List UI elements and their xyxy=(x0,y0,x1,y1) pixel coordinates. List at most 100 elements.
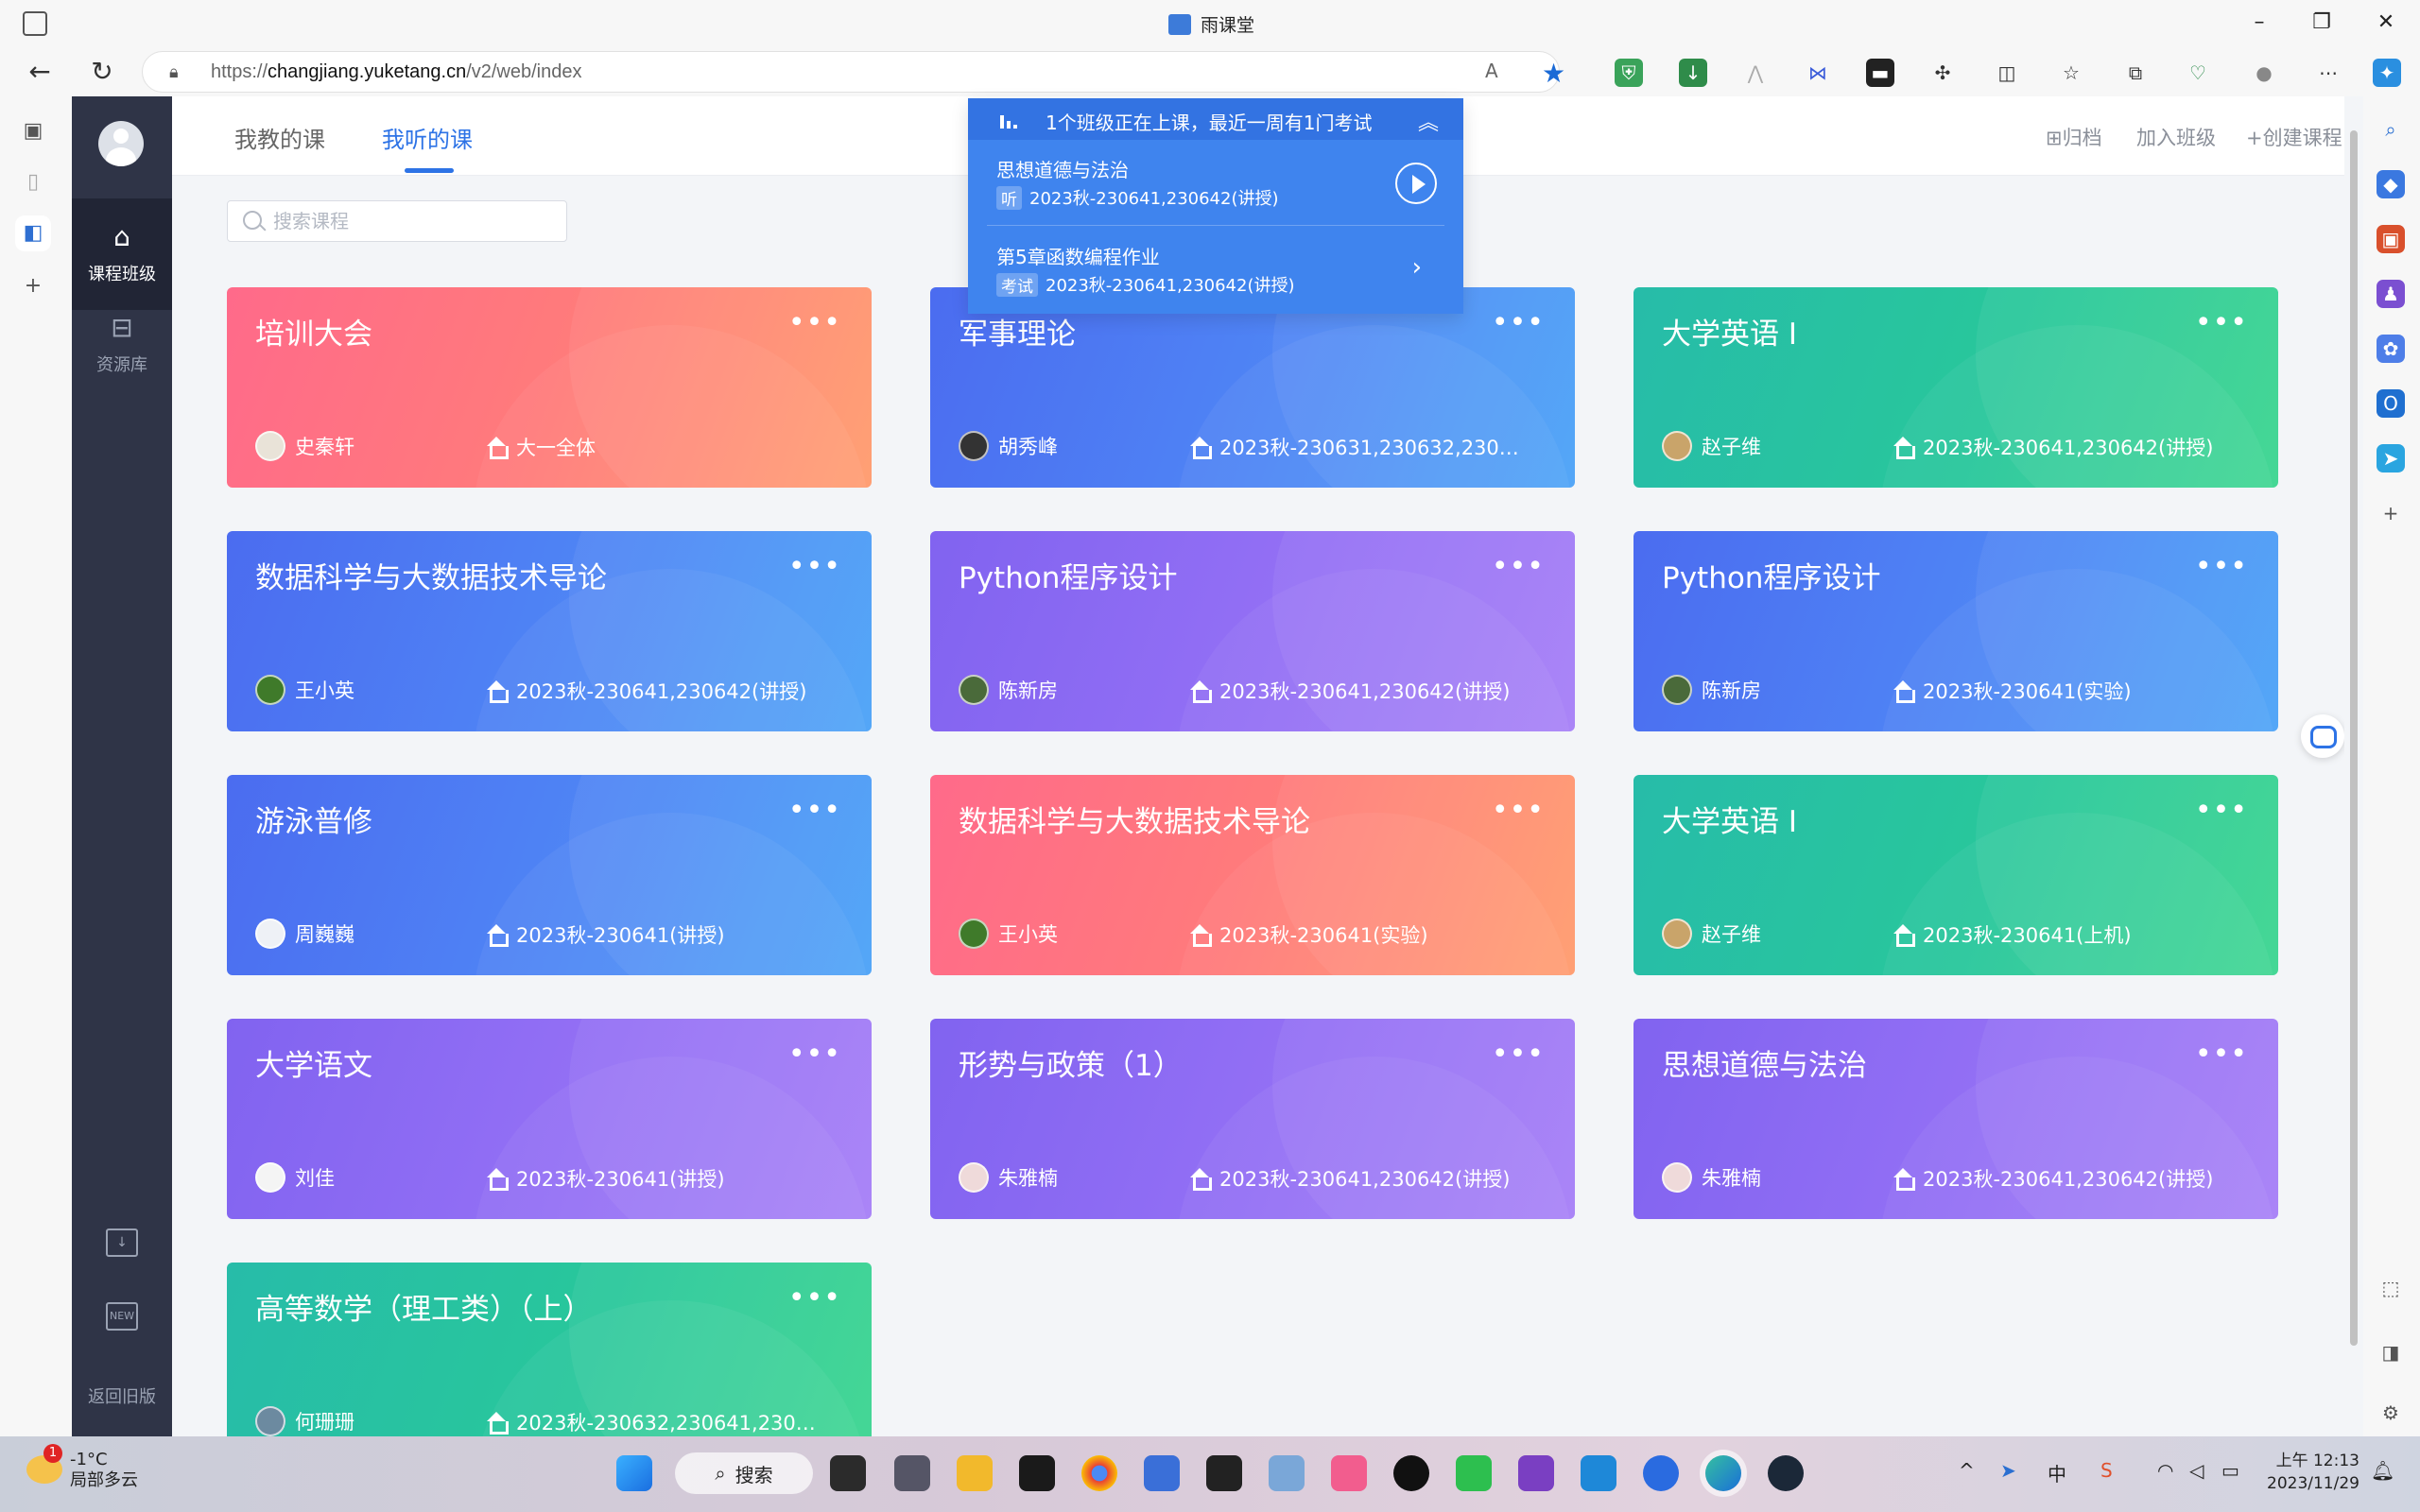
new-tab-icon[interactable]: + xyxy=(19,272,47,301)
tab-blank-page-icon[interactable]: ▯ xyxy=(19,168,47,197)
more-options-icon[interactable]: ••• xyxy=(1492,550,1545,583)
sidebar-search-icon[interactable]: ⌕ xyxy=(2377,115,2405,144)
sidebar-m365-icon[interactable]: ✿ xyxy=(2377,335,2405,363)
avatar[interactable] xyxy=(98,121,144,166)
url-text[interactable]: https://changjiang.yuketang.cn/v2/web/in… xyxy=(211,61,581,83)
sidebar-hide-icon[interactable]: ◨ xyxy=(2377,1338,2405,1366)
workspaces-icon[interactable] xyxy=(23,11,47,36)
extension-shield-icon[interactable]: ⛨ xyxy=(1615,59,1643,87)
sidebar-games-icon[interactable]: ♟ xyxy=(2377,280,2405,308)
course-card[interactable]: 形势与政策（1） ••• 朱雅楠 2023秋-230641,230642(讲授) xyxy=(930,1019,1575,1219)
ime-indicator[interactable]: 中 xyxy=(2048,1459,2066,1486)
course-card[interactable]: 大学英语 I ••• 赵子维 2023秋-230641,230642(讲授) xyxy=(1634,287,2278,488)
profile-icon[interactable]: ● xyxy=(2250,59,2278,87)
course-card[interactable]: 游泳普修 ••• 周巍巍 2023秋-230641(讲授) xyxy=(227,775,872,975)
favorites-icon[interactable]: ☆ xyxy=(2057,59,2085,87)
read-aloud-icon[interactable]: A xyxy=(1485,60,1498,82)
sidebar-screenshot-icon[interactable]: ⬚ xyxy=(2377,1274,2405,1302)
edge-icon[interactable] xyxy=(1705,1455,1741,1491)
archive-button[interactable]: ⊞归档 xyxy=(2046,123,2102,151)
battery-icon[interactable]: ▭ xyxy=(2221,1459,2239,1482)
assistant-robot-icon[interactable] xyxy=(2301,714,2344,758)
back-button[interactable]: ← xyxy=(21,55,59,89)
download-icon[interactable]: ↓ xyxy=(72,1228,172,1257)
settings-more-icon[interactable]: ⋯ xyxy=(2314,59,2342,87)
browser-essentials-icon[interactable]: ♡ xyxy=(2184,59,2212,87)
terminal-icon[interactable] xyxy=(1206,1455,1242,1491)
course-card[interactable]: Python程序设计 ••• 陈新房 2023秋-230641(实验) xyxy=(1634,531,2278,731)
more-options-icon[interactable]: ••• xyxy=(1492,306,1545,339)
taskbar-search-button[interactable]: ⌕ 搜索 xyxy=(675,1452,813,1494)
sidebar-item-courses[interactable]: ⌂ 课程班级 xyxy=(72,198,172,310)
minimize-button[interactable]: – xyxy=(2240,8,2278,38)
sidebar-drop-icon[interactable]: ➤ xyxy=(2377,444,2405,472)
play-icon[interactable] xyxy=(1395,163,1437,204)
course-card[interactable]: Python程序设计 ••• 陈新房 2023秋-230641,230642(讲… xyxy=(930,531,1575,731)
more-options-icon[interactable]: ••• xyxy=(1492,1038,1545,1071)
close-window-button[interactable]: ✕ xyxy=(2367,8,2405,38)
vscode-icon[interactable] xyxy=(1581,1455,1616,1491)
chevron-right-icon[interactable]: › xyxy=(1412,253,1422,282)
course-card[interactable]: 培训大会 ••• 史秦轩 大一全体 xyxy=(227,287,872,488)
new-feature-icon[interactable]: NEW xyxy=(72,1302,172,1331)
live-item-exam[interactable]: 第5章函数编程作业 考试 2023秋-230641,230642(讲授) › xyxy=(968,227,1463,312)
collections-icon[interactable]: ⧉ xyxy=(2121,59,2150,87)
steam-icon[interactable] xyxy=(1768,1455,1804,1491)
split-screen-icon[interactable]: ◫ xyxy=(1993,59,2021,87)
tab-teaching[interactable]: 我教的课 xyxy=(234,121,325,154)
wifi-icon[interactable]: ◠ xyxy=(2157,1459,2173,1482)
sidebar-add-icon[interactable]: + xyxy=(2377,499,2405,527)
extension-dark-icon[interactable]: ▬ xyxy=(1866,59,1894,87)
microsoft-store-icon[interactable] xyxy=(1144,1455,1180,1491)
refresh-button[interactable]: ↻ xyxy=(83,55,121,89)
course-card[interactable]: 思想道德与法治 ••• 朱雅楠 2023秋-230641,230642(讲授) xyxy=(1634,1019,2278,1219)
favorite-star-icon[interactable]: ★ xyxy=(1542,58,1565,89)
collapse-chevron-icon[interactable]: ︽ xyxy=(1418,106,1439,136)
tab-attending[interactable]: 我听的课 xyxy=(382,121,473,154)
more-options-icon[interactable]: ••• xyxy=(788,794,841,827)
more-options-icon[interactable]: ••• xyxy=(2195,794,2248,827)
sidebar-outlook-icon[interactable]: O xyxy=(2377,389,2405,418)
file-explorer-icon[interactable] xyxy=(957,1455,993,1491)
sidebar-tools-icon[interactable]: ▣ xyxy=(2377,225,2405,253)
chrome-icon[interactable] xyxy=(1081,1455,1117,1491)
scrollbar-thumb[interactable] xyxy=(2350,130,2358,1346)
page-scrollbar[interactable] xyxy=(2344,96,2363,1436)
lock-icon[interactable]: 🔒︎ xyxy=(169,62,188,83)
live-item-class[interactable]: 思想道德与法治 听 2023秋-230641,230642(讲授) xyxy=(968,140,1463,225)
taskbar-clock[interactable]: 上午 12:13 2023/11/29 xyxy=(2267,1450,2360,1495)
course-card[interactable]: 数据科学与大数据技术导论 ••• 王小英 2023秋-230641(实验) xyxy=(930,775,1575,975)
more-options-icon[interactable]: ••• xyxy=(788,550,841,583)
more-options-icon[interactable]: ••• xyxy=(2195,306,2248,339)
visual-studio-icon[interactable] xyxy=(1518,1455,1554,1491)
start-windows-icon[interactable] xyxy=(616,1455,652,1491)
address-bar[interactable]: 🔒︎ https://changjiang.yuketang.cn/v2/web… xyxy=(142,51,1565,93)
back-to-old-version-link[interactable]: 返回旧版 xyxy=(72,1383,172,1408)
more-options-icon[interactable]: ••• xyxy=(788,306,841,339)
extensions-puzzle-icon[interactable]: ✣ xyxy=(1928,59,1957,87)
extension-download-icon[interactable]: ↓ xyxy=(1679,59,1707,87)
sidebar-shopping-icon[interactable]: ◆ xyxy=(2377,170,2405,198)
create-course-button[interactable]: +创建课程 xyxy=(2246,123,2342,151)
extension-a-icon[interactable]: ⋀ xyxy=(1741,59,1770,87)
tab-actions-icon[interactable]: ▣ xyxy=(19,117,47,146)
maximize-button[interactable]: ❐ xyxy=(2303,8,2341,38)
course-card[interactable]: 大学语文 ••• 刘佳 2023秋-230641(讲授) xyxy=(227,1019,872,1219)
live-popup-header[interactable]: 1个班级正在上课，最近一周有1门考试 ︽ xyxy=(968,98,1463,140)
sidebar-item-resources[interactable]: ⊟ 资源库 xyxy=(72,310,172,421)
search-input[interactable] xyxy=(273,207,557,235)
k-app-icon[interactable] xyxy=(1643,1455,1679,1491)
volume-icon[interactable]: ◁ xyxy=(2189,1459,2204,1482)
more-options-icon[interactable]: ••• xyxy=(2195,1038,2248,1071)
tray-sogou-icon[interactable]: S xyxy=(2100,1459,2113,1482)
tray-overflow-icon[interactable]: ^ xyxy=(1959,1459,1975,1482)
join-class-button[interactable]: 加入班级 xyxy=(2136,123,2216,151)
sidebar-settings-icon[interactable]: ⚙ xyxy=(2377,1399,2405,1427)
tab-yuketang-icon[interactable]: ◧ xyxy=(19,219,47,248)
course-card[interactable]: 高等数学（理工类）（上） ••• 何珊珊 2023秋-230632,230641… xyxy=(227,1263,872,1436)
gear-tool-icon[interactable] xyxy=(1269,1455,1305,1491)
game-app-icon[interactable] xyxy=(1019,1455,1055,1491)
more-options-icon[interactable]: ••• xyxy=(788,1038,841,1071)
notification-bell-icon[interactable]: 🔔︎ xyxy=(2371,1459,2394,1482)
more-options-icon[interactable]: ••• xyxy=(1492,794,1545,827)
